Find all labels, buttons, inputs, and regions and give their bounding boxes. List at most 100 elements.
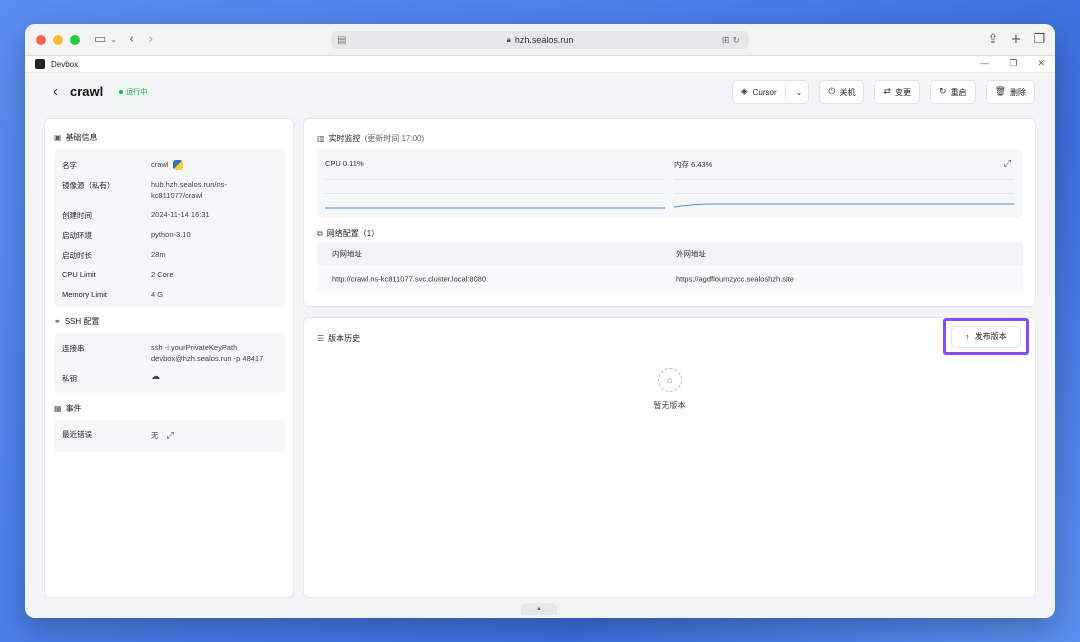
cursor-open-button[interactable]: ◈ Cursor xyxy=(733,85,786,99)
ssh-title: ⚭ SSH 配置 xyxy=(54,316,99,327)
cpu-gridline xyxy=(325,193,665,194)
zoom-dot[interactable] xyxy=(70,34,80,45)
cursor-button[interactable]: ◈ Cursor ⌄ xyxy=(731,80,810,104)
minimize-dot[interactable] xyxy=(53,34,63,45)
recent-error-label: 最近错误 xyxy=(62,430,92,439)
monitor-label: 实时监控 xyxy=(328,134,361,143)
runtime-label: 启动环境 xyxy=(62,231,92,240)
list-icon: ☰ xyxy=(317,334,325,343)
translate-reload-icon[interactable]: ⊞↻ xyxy=(722,35,743,46)
uptime-value: 28m xyxy=(151,250,166,259)
swap-icon: ⇄ xyxy=(883,87,892,97)
ssh-box: 连接串 ssh -i yourPrivateKeyPath devbox@hzh… xyxy=(54,333,285,393)
close-dot[interactable] xyxy=(36,34,46,45)
shutdown-button[interactable]: ⏻ 关机 xyxy=(819,80,865,104)
chevron-down-icon[interactable]: ⌄ xyxy=(110,35,117,44)
image-value: hub.hzh.sealos.run/ns- kc811077/crawl xyxy=(151,180,227,200)
external-address-header: 外网地址 xyxy=(676,249,706,258)
memory-usage-label: 内存 6.43% xyxy=(674,160,713,169)
address-bar[interactable]: ▤ 🔒︎ hzh.sealos.run ⊞↻ xyxy=(331,31,749,49)
restore-icon[interactable]: ❐ xyxy=(1009,58,1017,69)
network-table-header: 内网地址 外网地址 xyxy=(317,242,1023,265)
new-tab-icon[interactable]: + xyxy=(1010,32,1021,47)
cpu-gridline xyxy=(325,179,665,180)
connect-label: 连接串 xyxy=(62,344,85,353)
external-address[interactable]: https://agdfloumzycc.sealoshzh.site xyxy=(676,275,794,284)
link-icon: ⚭ xyxy=(54,317,61,326)
network-icon: ⧉ xyxy=(317,228,323,238)
version-history-label: 版本历史 xyxy=(328,334,361,343)
events-box: 最近错误 无 ⤢ xyxy=(54,420,285,452)
back-nav-icon[interactable]: ‹ xyxy=(129,32,134,47)
status-badge: 运行中 xyxy=(113,84,154,99)
info-panel: ▣ 基础信息 名字 crawl 镜像源（私有） hub.hzh.sealos.r… xyxy=(44,118,294,598)
cpu-sparkline xyxy=(325,207,665,209)
connect-value[interactable]: ssh -i yourPrivateKeyPath devbox@hzh.sea… xyxy=(151,342,263,364)
chevron-down-icon[interactable]: ⌄ xyxy=(790,88,809,97)
page-content: ‹ crawl 运行中 ◈ Cursor ⌄ ⏻ 关机 ⇄ 变更 ↻ 重启 🗑︎… xyxy=(25,73,1055,618)
recent-error-text: 无 xyxy=(151,431,159,440)
monitor-panel: ▥ 实时监控 (更新时间 17:00) CPU 0.11% 内存 6.43% ⤢ xyxy=(303,118,1036,307)
name-value: crawl xyxy=(151,159,183,171)
app-tab-bar: Devbox — ❐ ✕ xyxy=(25,56,1055,73)
basic-info-box: 名字 crawl 镜像源（私有） hub.hzh.sealos.run/ns- … xyxy=(54,149,285,307)
publish-highlight: ↑ 发布版本 xyxy=(943,318,1029,355)
name-label: 名字 xyxy=(62,161,77,170)
change-button[interactable]: ⇄ 变更 xyxy=(874,80,921,104)
recent-error-value: 无 ⤢ xyxy=(151,430,174,441)
version-history-title: ☰ 版本历史 xyxy=(317,333,360,344)
events-title: ▦ 事件 xyxy=(54,403,82,414)
sidebar-icon[interactable]: ▭ xyxy=(94,32,106,47)
events-label: 事件 xyxy=(65,404,82,413)
app-name: Devbox xyxy=(51,59,79,69)
url-text: hzh.sealos.run xyxy=(514,35,574,45)
info-icon: ▣ xyxy=(54,133,62,142)
created-value: 2024-11-14 16:31 xyxy=(151,210,210,219)
restart-label: 重启 xyxy=(950,87,967,97)
tabs-overview-icon[interactable]: ❐ xyxy=(1033,32,1045,47)
basic-info-title: ▣ 基础信息 xyxy=(54,132,98,143)
mem-gridline xyxy=(674,193,1014,194)
memory-sparkline xyxy=(674,203,1014,208)
arrow-up-icon: ↑ xyxy=(965,331,970,342)
network-label: 网络配置（1） xyxy=(326,229,380,238)
delete-label: 删除 xyxy=(1010,87,1026,97)
page-title: crawl xyxy=(70,84,104,99)
empty-text: 暂无版本 xyxy=(653,401,686,410)
created-label: 创建时间 xyxy=(62,211,92,220)
cursor-label: Cursor xyxy=(752,87,777,97)
download-cloud-icon[interactable]: ☁︎ xyxy=(151,371,160,382)
window-controls xyxy=(36,34,80,45)
share-icon[interactable]: ⇪ xyxy=(988,32,999,47)
bottom-drawer-handle[interactable]: ▲ xyxy=(521,603,557,615)
memory-limit-value: 4 G xyxy=(151,290,164,299)
cpu-limit-label: CPU Limit xyxy=(62,270,96,279)
back-arrow-icon[interactable]: ‹ xyxy=(53,83,58,100)
expand-icon[interactable]: ⤢ xyxy=(167,430,174,440)
network-table: 内网地址 外网地址 http://crawl.ns-kc811077.svc.c… xyxy=(317,242,1023,293)
empty-box-icon: ⌂ xyxy=(657,368,682,392)
monitor-updated: (更新时间 17:00) xyxy=(364,134,425,143)
private-key-label: 私钥 xyxy=(62,374,77,383)
ssh-label: SSH 配置 xyxy=(64,317,100,326)
python-icon xyxy=(172,160,183,171)
expand-icon[interactable]: ⤢ xyxy=(1004,158,1011,169)
cpu-limit-value: 2 Core xyxy=(151,270,174,279)
mem-gridline xyxy=(674,179,1014,180)
restart-button[interactable]: ↻ 重启 xyxy=(930,80,976,104)
publish-version-button[interactable]: ↑ 发布版本 xyxy=(951,325,1021,348)
delete-button[interactable]: 🗑︎ 删除 xyxy=(985,80,1035,104)
trash-icon: 🗑︎ xyxy=(994,87,1006,97)
status-text: 运行中 xyxy=(126,88,148,96)
runtime-value: python-3.10 xyxy=(151,230,191,239)
restart-icon: ↻ xyxy=(939,87,947,97)
minimize-icon[interactable]: — xyxy=(980,58,989,69)
browser-toolbar-right: ⇪ + ❐ xyxy=(988,32,1045,47)
power-icon: ⏻ xyxy=(828,87,836,97)
devbox-logo-icon xyxy=(35,59,45,69)
forward-nav-icon[interactable]: › xyxy=(148,32,153,47)
internal-address[interactable]: http://crawl.ns-kc811077.svc.cluster.loc… xyxy=(332,275,486,284)
cpu-usage-label: CPU 0.11% xyxy=(325,159,364,168)
app-window-controls: — ❐ ✕ xyxy=(980,58,1045,69)
close-icon[interactable]: ✕ xyxy=(1037,58,1045,69)
